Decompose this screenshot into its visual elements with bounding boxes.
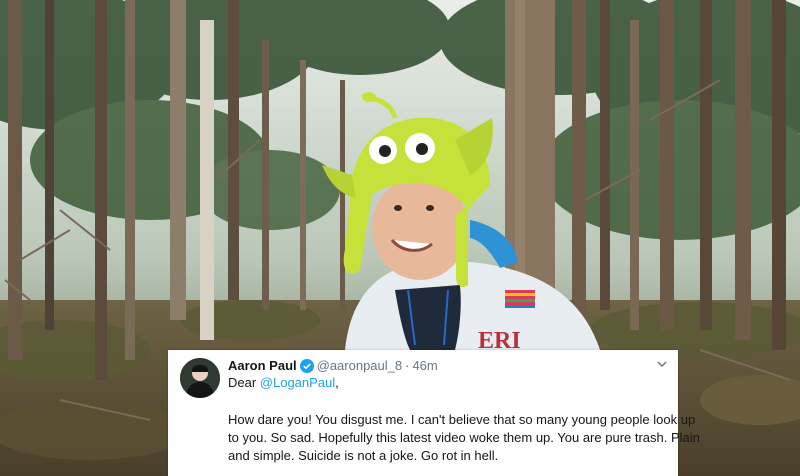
greeting-prefix: Dear: [228, 375, 260, 390]
header-separator: ·: [405, 358, 410, 373]
chevron-down-icon[interactable]: [656, 358, 668, 370]
tweet-text-line: How dare you! You disgust me. I can't be…: [228, 412, 696, 427]
tweet-timestamp[interactable]: 46m: [412, 357, 437, 375]
tweet-greeting: Dear @LoganPaul,: [228, 374, 339, 392]
avatar-image: [180, 358, 220, 398]
tweet-text-line: to you. So sad. Hopefully this latest vi…: [228, 430, 700, 445]
tweet-text: How dare you! You disgust me. I can't be…: [228, 411, 700, 465]
tweet-card[interactable]: Aaron Paul @aaronpaul_8 · 46m Dear @Loga…: [168, 350, 700, 476]
tweet-text-line: and simple. Suicide is not a joke. Go ro…: [228, 448, 499, 463]
mention-link[interactable]: @LoganPaul: [260, 375, 335, 390]
author-handle[interactable]: @aaronpaul_8: [317, 357, 402, 375]
greeting-suffix: ,: [335, 375, 339, 390]
tweet-header: Aaron Paul @aaronpaul_8 · 46m: [228, 357, 438, 375]
verified-badge-icon: [299, 359, 314, 373]
author-name[interactable]: Aaron Paul: [228, 357, 297, 375]
avatar[interactable]: [180, 358, 220, 398]
